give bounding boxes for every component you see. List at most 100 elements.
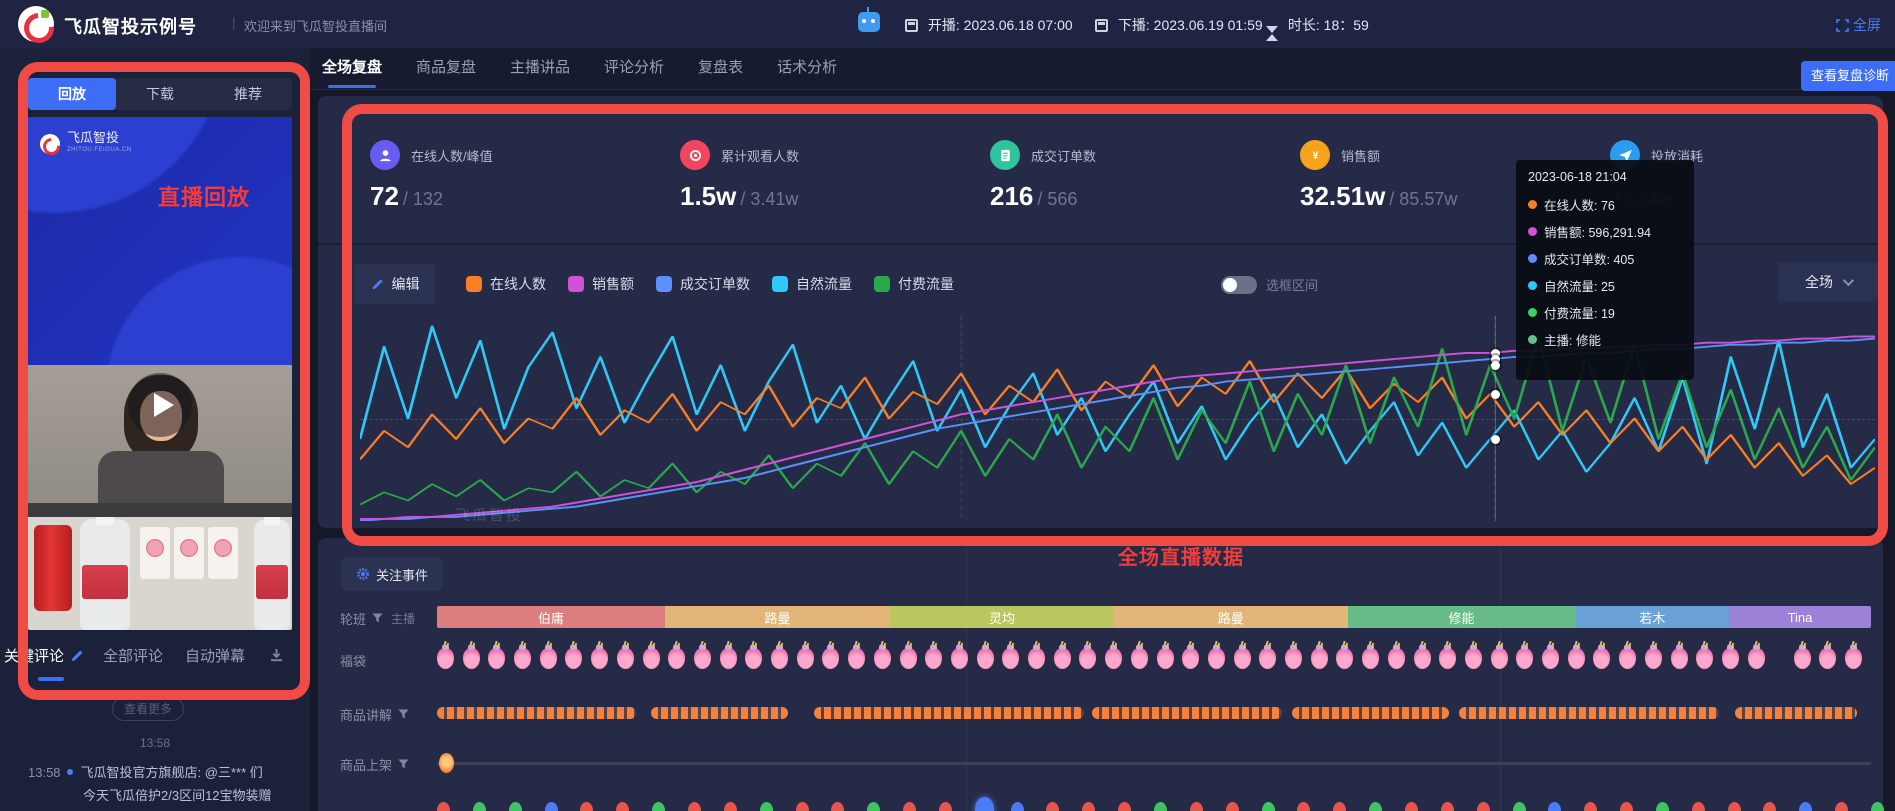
event-pin[interactable] xyxy=(1297,802,1310,811)
event-pin[interactable] xyxy=(1118,802,1131,811)
event-pin[interactable] xyxy=(688,802,701,811)
player-tab-回放[interactable]: 回放 xyxy=(28,78,116,110)
download-icon[interactable] xyxy=(269,648,284,663)
filter-icon[interactable] xyxy=(398,759,409,770)
host-segment-Tina[interactable]: Tina xyxy=(1729,606,1871,628)
event-pin[interactable] xyxy=(1620,802,1633,811)
event-pin[interactable] xyxy=(1799,802,1812,811)
luckybag-icon[interactable] xyxy=(463,648,480,669)
event-pin[interactable] xyxy=(1763,802,1776,811)
event-pin[interactable] xyxy=(724,802,737,811)
luckybag-icon[interactable] xyxy=(1028,648,1045,669)
luckybag-icon[interactable] xyxy=(1311,648,1328,669)
event-pin[interactable] xyxy=(939,802,952,811)
explain-segment[interactable] xyxy=(1092,707,1281,719)
luckybag-icon[interactable] xyxy=(1568,648,1585,669)
event-pin[interactable] xyxy=(760,802,773,811)
range-select[interactable]: 全场 xyxy=(1778,262,1878,302)
comment-tab-全部评论[interactable]: 全部评论 xyxy=(103,645,163,666)
event-pin[interactable] xyxy=(1584,802,1597,811)
event-pin[interactable] xyxy=(903,802,916,811)
event-pin[interactable] xyxy=(509,802,522,811)
event-pin[interactable] xyxy=(580,802,593,811)
event-pin[interactable] xyxy=(1046,802,1059,811)
event-pin[interactable] xyxy=(652,802,665,811)
luckybag-icon[interactable] xyxy=(874,648,891,669)
event-pin[interactable] xyxy=(1369,802,1382,811)
shelf-marker[interactable] xyxy=(439,753,454,773)
luckybag-icon[interactable] xyxy=(514,648,531,669)
event-pin[interactable] xyxy=(1011,802,1024,811)
host-segment-路曼[interactable]: 路曼 xyxy=(1114,606,1348,628)
luckybag-icon[interactable] xyxy=(720,648,737,669)
luckybag-icon[interactable] xyxy=(1414,648,1431,669)
event-pin[interactable] xyxy=(1262,802,1275,811)
luckybag-icon[interactable] xyxy=(925,648,942,669)
play-button[interactable] xyxy=(128,373,192,437)
luckybag-icon[interactable] xyxy=(1285,648,1302,669)
event-pin[interactable] xyxy=(545,802,558,811)
event-pin[interactable] xyxy=(473,802,486,811)
luckybag-icon[interactable] xyxy=(694,648,711,669)
event-pin[interactable] xyxy=(1513,802,1526,811)
luckybag-icon[interactable] xyxy=(1388,648,1405,669)
event-pin[interactable] xyxy=(1441,802,1454,811)
luckybag-icon[interactable] xyxy=(565,648,582,669)
explain-segment[interactable] xyxy=(1459,707,1719,719)
event-pin[interactable] xyxy=(1405,802,1418,811)
fullscreen-button[interactable]: 全屏 xyxy=(1836,15,1881,35)
luckybag-icon[interactable] xyxy=(1593,648,1610,669)
luckybag-icon[interactable] xyxy=(1819,648,1836,669)
luckybag-icon[interactable] xyxy=(643,648,660,669)
event-pin[interactable] xyxy=(796,802,809,811)
host-segment-若木[interactable]: 若木 xyxy=(1576,606,1729,628)
luckybag-icon[interactable] xyxy=(1002,648,1019,669)
luckybag-icon[interactable] xyxy=(1439,648,1456,669)
event-pin[interactable] xyxy=(1154,802,1167,811)
main-tab-主播讲品[interactable]: 主播讲品 xyxy=(510,48,570,90)
luckybag-icon[interactable] xyxy=(540,648,557,669)
comment-item[interactable]: 13:58飞瓜智投官方旗舰店: @三*** 们 今天飞瓜倍护2/3区间12宝物装… xyxy=(28,761,310,807)
event-pin[interactable] xyxy=(1333,802,1346,811)
luckybag-icon[interactable] xyxy=(745,648,762,669)
event-pin[interactable] xyxy=(1226,802,1239,811)
main-tab-复盘表[interactable]: 复盘表 xyxy=(698,48,743,90)
event-pin[interactable] xyxy=(1082,802,1095,811)
legend-在线人数[interactable]: 在线人数 xyxy=(466,274,546,294)
luckybag-icon[interactable] xyxy=(1259,648,1276,669)
luckybag-icon[interactable] xyxy=(1362,648,1379,669)
event-pin[interactable] xyxy=(975,797,994,811)
explain-segment[interactable] xyxy=(1292,707,1450,719)
luckybag-icon[interactable] xyxy=(951,648,968,669)
luckybag-icon[interactable] xyxy=(1645,648,1662,669)
view-more-button[interactable]: 查看更多 xyxy=(112,697,184,721)
explain-segment[interactable] xyxy=(437,707,636,719)
luckybag-icon[interactable] xyxy=(822,648,839,669)
host-segment-路曼[interactable]: 路曼 xyxy=(665,606,890,628)
luckybag-icon[interactable] xyxy=(977,648,994,669)
event-pin[interactable] xyxy=(1190,802,1203,811)
luckybag-icon[interactable] xyxy=(1182,648,1199,669)
luckybag-icon[interactable] xyxy=(1054,648,1071,669)
event-pin[interactable] xyxy=(1692,802,1705,811)
main-tab-全场复盘[interactable]: 全场复盘 xyxy=(322,48,382,90)
events-button[interactable]: 关注事件 xyxy=(341,557,443,591)
luckybag-icon[interactable] xyxy=(1131,648,1148,669)
pencil-icon[interactable] xyxy=(70,648,85,663)
luckybag-icon[interactable] xyxy=(488,648,505,669)
event-pin[interactable] xyxy=(867,802,880,811)
luckybag-icon[interactable] xyxy=(1079,648,1096,669)
legend-付费流量[interactable]: 付费流量 xyxy=(874,274,954,294)
luckybag-icon[interactable] xyxy=(1157,648,1174,669)
luckybag-icon[interactable] xyxy=(1696,648,1713,669)
luckybag-icon[interactable] xyxy=(1722,648,1739,669)
luckybag-icon[interactable] xyxy=(1542,648,1559,669)
host-segment-灵均[interactable]: 灵均 xyxy=(890,606,1114,628)
explain-segment[interactable] xyxy=(814,707,1084,719)
luckybag-icon[interactable] xyxy=(591,648,608,669)
event-pin[interactable] xyxy=(1728,802,1741,811)
event-pin[interactable] xyxy=(1871,802,1884,811)
robot-icon[interactable] xyxy=(858,12,880,32)
host-segment-修能[interactable]: 修能 xyxy=(1348,606,1576,628)
luckybag-icon[interactable] xyxy=(1105,648,1122,669)
